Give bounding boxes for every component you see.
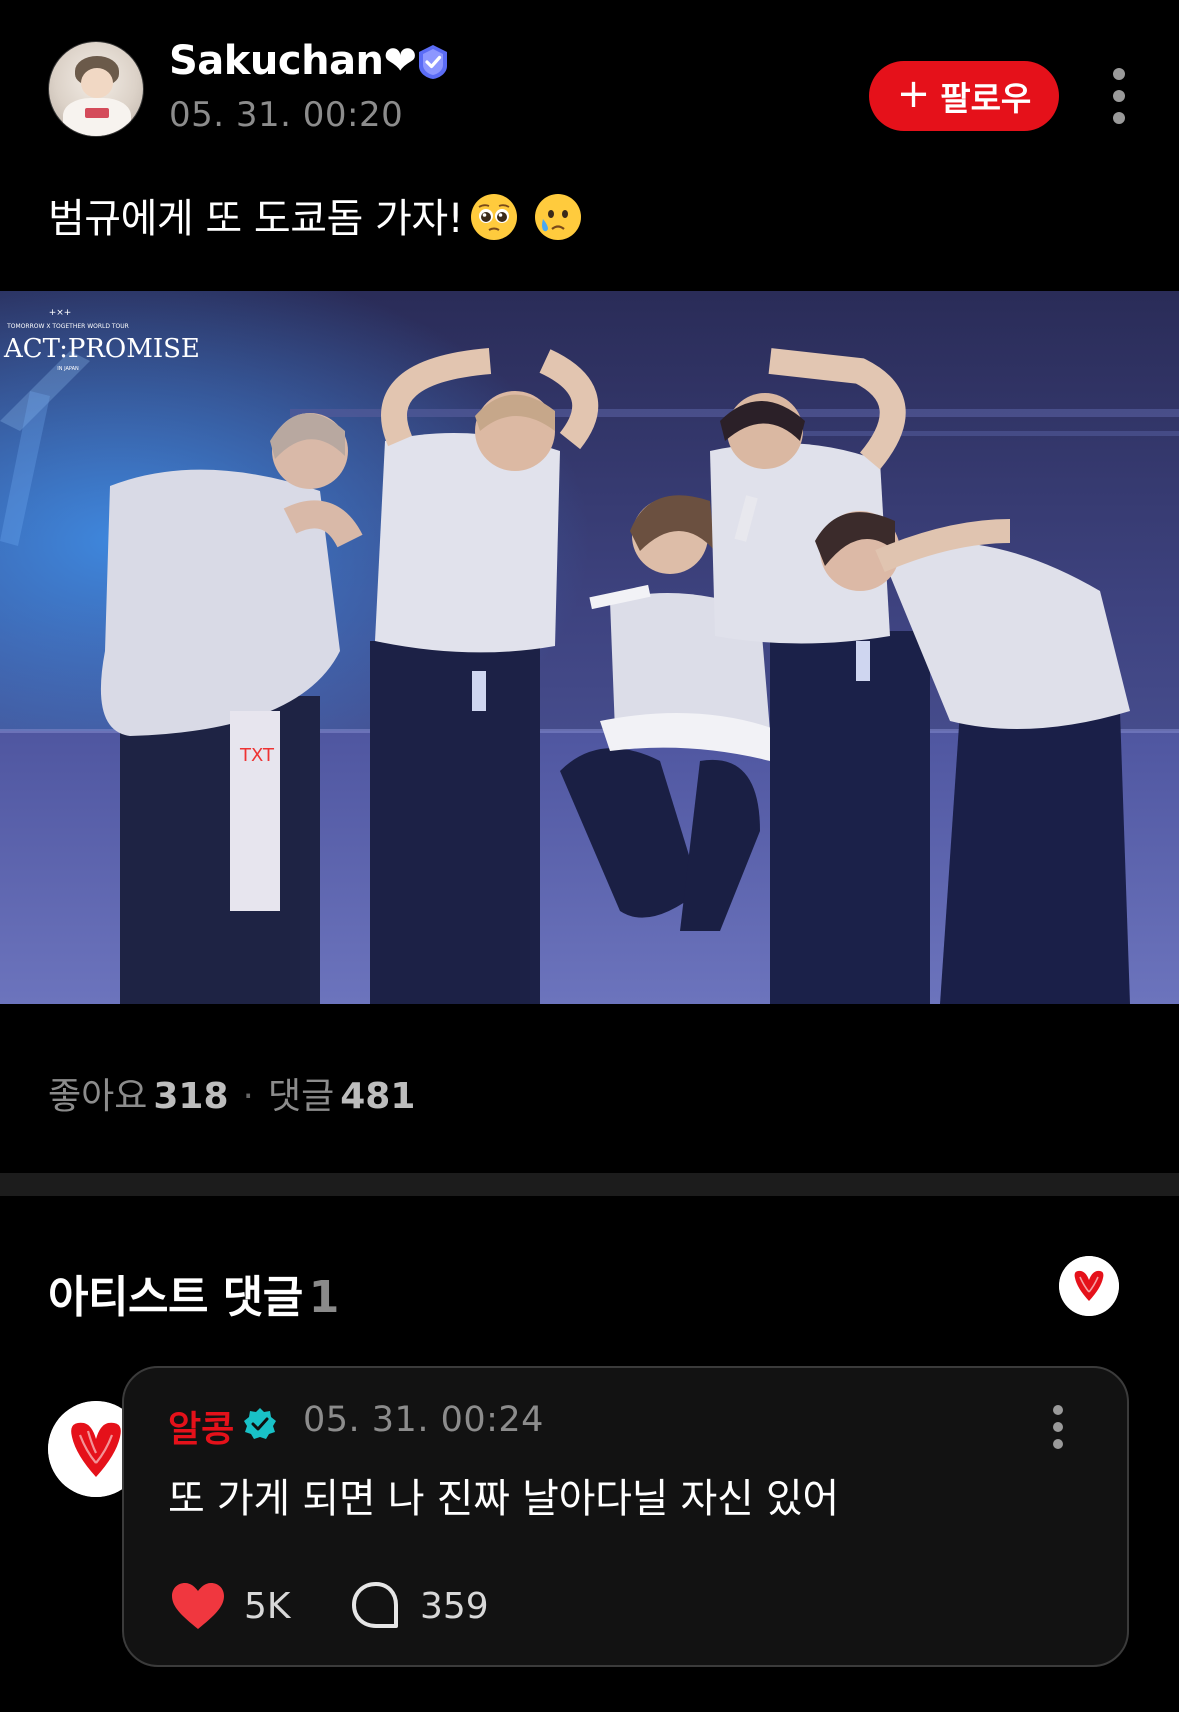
concert-photo: +×+ TOMORROW X TOGETHER WORLD TOUR ACT:P…	[0, 291, 1179, 1004]
more-options-icon[interactable]	[1100, 66, 1138, 126]
crying-face-icon	[535, 194, 582, 240]
svg-text:IN JAPAN: IN JAPAN	[57, 366, 79, 372]
weverse-logo-icon[interactable]	[1059, 1256, 1119, 1316]
follow-button[interactable]: + 팔로우	[869, 61, 1059, 131]
artist-comments-count: 1	[308, 1272, 340, 1323]
comment-text: 또 가게 되면 나 진짜 날아다닐 자신 있어	[168, 1476, 839, 1522]
commenter-name[interactable]: 알콩	[168, 1400, 234, 1452]
likes-label: 좋아요	[48, 1076, 148, 1117]
stats-separator: ·	[242, 1076, 254, 1117]
verified-badge-icon	[419, 45, 447, 79]
artist-comments-heading: 아티스트 댓글 1	[48, 1261, 339, 1325]
comment-more-options-icon[interactable]	[1047, 1405, 1071, 1449]
speech-bubble-icon	[352, 1582, 398, 1628]
comment-like-count: 5K	[244, 1585, 291, 1627]
comment-like-button[interactable]: 5K	[170, 1578, 291, 1634]
comments-count[interactable]: 481	[340, 1076, 415, 1117]
heart-icon	[172, 1583, 224, 1629]
comments-label: 댓글	[267, 1076, 335, 1117]
comment-reply-count: 359	[420, 1585, 489, 1627]
follow-label: 팔로우	[940, 79, 1032, 118]
artist-comments-title: 아티스트 댓글	[48, 1272, 303, 1323]
pleading-face-icon	[471, 194, 518, 240]
svg-text:ACT:PROMISE: ACT:PROMISE	[3, 334, 200, 364]
comment-reply-button[interactable]: 359	[350, 1578, 489, 1634]
member-1: TXT	[100, 413, 363, 1004]
post-text: 범규에게 또 도쿄돔 가자!	[48, 186, 583, 244]
plus-icon: +	[896, 71, 931, 117]
post-header: Sakuchan❤ 05. 31. 00:20 + 팔로우	[0, 0, 1179, 150]
post-photo[interactable]: +×+ TOMORROW X TOGETHER WORLD TOUR ACT:P…	[0, 291, 1179, 1004]
comment-timestamp: 05. 31. 00:24	[303, 1400, 544, 1440]
post-stats: 좋아요 318 · 댓글 481	[48, 1067, 415, 1119]
svg-text:TOMORROW X TOGETHER WORLD TOUR: TOMORROW X TOGETHER WORLD TOUR	[6, 323, 129, 330]
author-avatar[interactable]	[48, 41, 144, 137]
likes-count[interactable]: 318	[153, 1076, 228, 1117]
svg-text:TXT: TXT	[239, 745, 275, 766]
post-text-body: 범규에게 또 도쿄돔 가자!	[48, 196, 464, 242]
author-name[interactable]: Sakuchan❤	[169, 38, 417, 84]
section-divider	[0, 1173, 1179, 1196]
post-timestamp: 05. 31. 00:20	[169, 95, 404, 135]
artist-verified-icon	[244, 1408, 276, 1439]
svg-text:+×+: +×+	[49, 308, 72, 318]
